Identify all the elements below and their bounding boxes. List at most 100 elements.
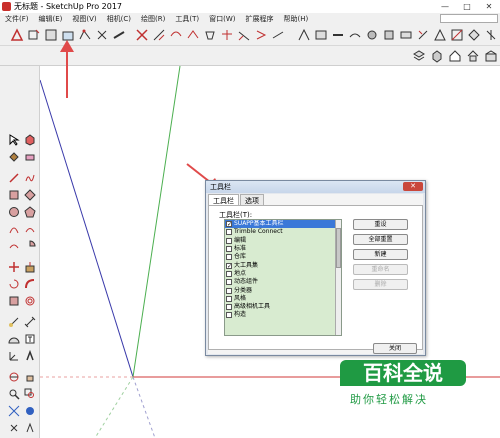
house-icon[interactable] [466, 49, 480, 63]
menu-camera[interactable]: 相机(C) [102, 14, 136, 24]
orbit-icon[interactable] [8, 371, 20, 383]
tool-icon-19[interactable] [331, 28, 345, 42]
3d-text-icon[interactable] [24, 349, 36, 362]
arc-2pt-icon[interactable] [24, 223, 36, 235]
pan-icon[interactable] [24, 371, 36, 383]
reset-all-button[interactable]: 全部重置 [353, 234, 408, 245]
tool-icon-7[interactable] [112, 28, 126, 42]
tool-icon-6[interactable] [95, 28, 109, 42]
follow-me-icon[interactable] [24, 278, 36, 290]
tool-icon-1[interactable] [10, 28, 24, 42]
tab-toolbars[interactable]: 工具栏 [208, 194, 239, 205]
tool-icon-12[interactable] [203, 28, 217, 42]
toolbar-list-item[interactable]: 风格 [225, 295, 341, 303]
toolbar-checkbox[interactable] [226, 237, 232, 244]
toolbar-checkbox[interactable] [226, 304, 232, 311]
toolbar-list-item[interactable]: ✓ SUAPP基本工具栏 [225, 220, 341, 229]
tool-icon-5[interactable] [78, 28, 92, 42]
tool-icon-26[interactable] [450, 28, 464, 42]
select-arrow-icon[interactable] [8, 134, 20, 146]
tool-icon-27[interactable] [467, 28, 481, 42]
zoom-window-icon[interactable] [24, 388, 36, 400]
tape-measure-icon[interactable] [8, 316, 20, 328]
rotate-icon[interactable] [8, 278, 20, 290]
layers-icon[interactable] [412, 49, 426, 63]
iso-view-icon[interactable] [430, 49, 444, 63]
toolbar-checkbox[interactable] [226, 254, 232, 261]
maximize-button[interactable]: □ [456, 1, 478, 13]
tool-icon-25[interactable] [433, 28, 447, 42]
paint-bucket-icon[interactable] [8, 151, 20, 163]
menu-tools[interactable]: 工具(T) [170, 14, 204, 24]
text-tool-icon[interactable] [24, 333, 36, 345]
menu-file[interactable]: 文件(F) [0, 14, 34, 24]
dialog-close-icon[interactable]: ✕ [403, 182, 423, 191]
menu-draw[interactable]: 绘图(R) [136, 14, 170, 24]
tool-icon-16[interactable] [271, 28, 285, 42]
tool-icon-8[interactable] [135, 28, 149, 42]
zoom-extents-icon[interactable] [8, 405, 20, 417]
toolbar-list-item[interactable]: 分类器 [225, 286, 341, 294]
tool-icon-11[interactable] [186, 28, 200, 42]
offset-icon[interactable] [24, 295, 36, 307]
line-tool-icon[interactable] [8, 172, 20, 184]
tool-icon-14[interactable] [237, 28, 251, 42]
arc-icon[interactable] [8, 223, 20, 235]
close-window-button[interactable]: ✕ [478, 1, 500, 13]
menu-extensions[interactable]: 扩展程序 [240, 14, 278, 24]
menu-help[interactable]: 帮助(H) [278, 14, 313, 24]
component-icon[interactable] [24, 134, 36, 146]
dimension-icon[interactable] [24, 316, 36, 328]
tool-icon-17[interactable] [297, 28, 311, 42]
rectangle-icon[interactable] [8, 189, 20, 201]
previous-view-icon[interactable] [24, 405, 36, 417]
menu-view[interactable]: 视图(V) [67, 14, 101, 24]
toolbar-checkbox[interactable] [226, 287, 232, 294]
toolbar-checkbox[interactable] [226, 246, 232, 253]
search-box[interactable] [440, 14, 498, 23]
zoom-icon[interactable] [8, 388, 20, 400]
toolbar-list-item[interactable]: ✓ 大工具集 [225, 261, 341, 269]
new-button[interactable]: 新建 [353, 249, 408, 260]
move-icon[interactable] [8, 261, 20, 273]
scroll-thumb[interactable] [336, 228, 341, 268]
toolbar-checkbox[interactable] [226, 295, 232, 302]
pie-icon[interactable] [24, 240, 36, 252]
toolbar-checkbox[interactable]: ✓ [226, 221, 232, 228]
toolbar-checkbox[interactable] [226, 229, 232, 236]
toolbar-list[interactable]: ✓ SUAPP基本工具栏 Trimble Connect 编辑 标准 仓库 ✓ 大工具集 地点动… [224, 219, 342, 336]
tool-icon-18[interactable] [314, 28, 328, 42]
protractor-icon[interactable] [8, 333, 20, 345]
circle-icon[interactable] [8, 206, 20, 218]
position-camera-icon[interactable] [8, 422, 20, 434]
menu-edit[interactable]: 编辑(E) [34, 14, 68, 24]
tool-icon-15[interactable] [254, 28, 268, 42]
toolbar-list-item[interactable]: 地点 [225, 270, 341, 278]
axes-icon[interactable] [8, 350, 20, 362]
minimize-button[interactable]: — [434, 1, 456, 13]
tool-icon-21[interactable] [365, 28, 379, 42]
toolbar-list-item[interactable]: 构造 [225, 311, 341, 319]
tool-icon-9[interactable] [152, 28, 166, 42]
toolbar-checkbox[interactable] [226, 270, 232, 277]
scale-icon[interactable] [8, 295, 20, 307]
push-pull-icon[interactable] [24, 261, 36, 273]
tool-icon-10[interactable] [169, 28, 183, 42]
toolbar-checkbox[interactable]: ✓ [226, 262, 232, 269]
tool-icon-28[interactable] [484, 28, 498, 42]
tool-icon-13[interactable] [220, 28, 234, 42]
toolbar-list-item[interactable]: Trimble Connect [225, 228, 341, 236]
tool-icon-20[interactable] [348, 28, 362, 42]
tool-icon-23[interactable] [399, 28, 413, 42]
warehouse-icon[interactable] [484, 49, 498, 63]
tool-icon-24[interactable] [416, 28, 430, 42]
menu-window[interactable]: 窗口(W) [204, 14, 240, 24]
tool-icon-2[interactable] [27, 28, 41, 42]
rename-button[interactable]: 重命名 [353, 264, 408, 275]
polygon-icon[interactable] [24, 206, 36, 218]
toolbar-checkbox[interactable] [226, 279, 232, 286]
toolbar-list-item[interactable]: 标准 [225, 245, 341, 253]
home-icon[interactable] [448, 49, 462, 63]
reset-button[interactable]: 重设 [353, 219, 408, 230]
freehand-icon[interactable] [24, 172, 36, 184]
